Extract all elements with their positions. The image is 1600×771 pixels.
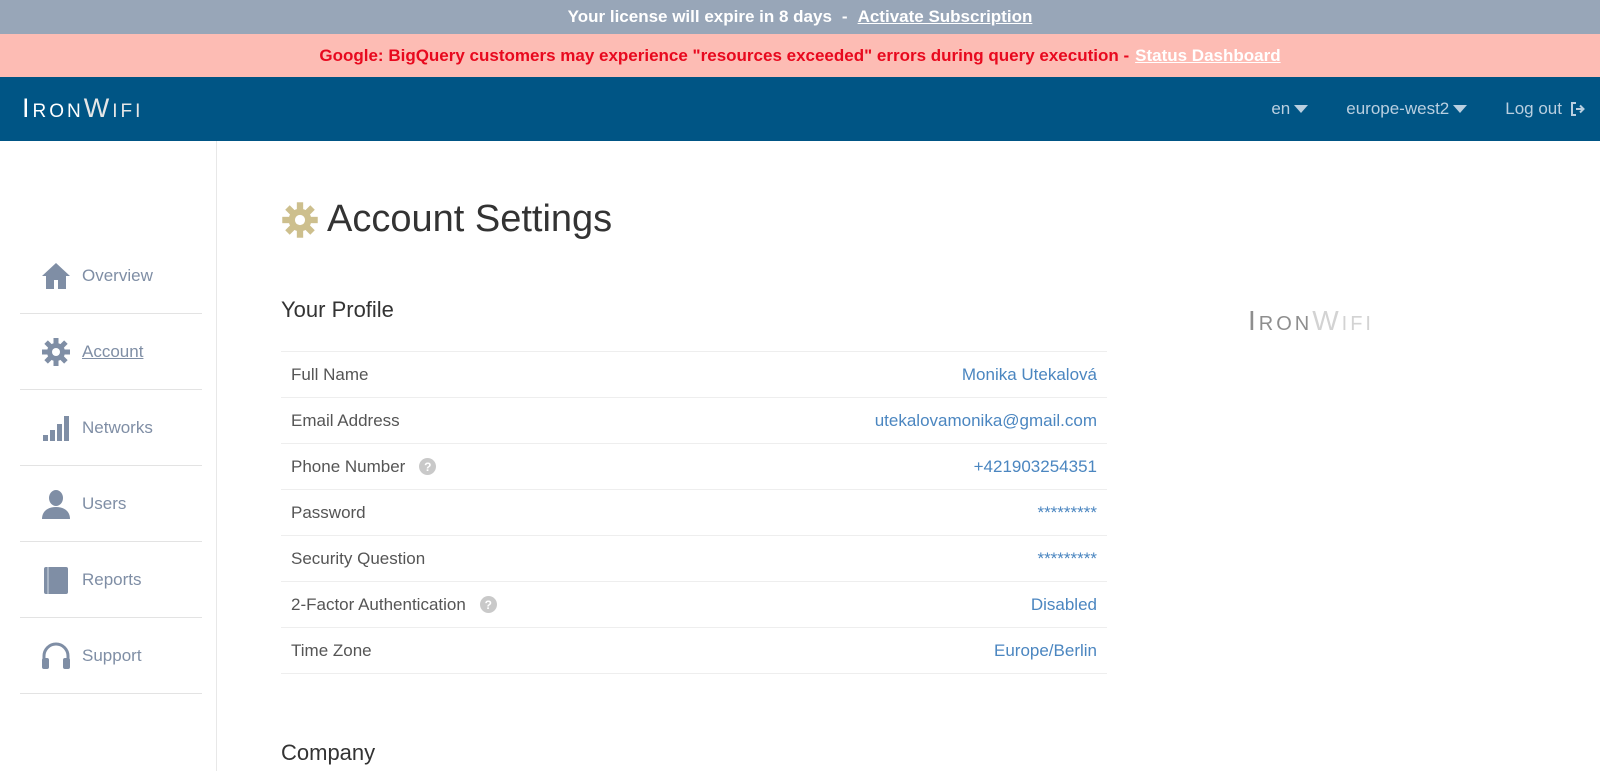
sidebar-item-label: Support xyxy=(82,645,142,665)
sidebar-item-networks[interactable]: Networks xyxy=(20,390,202,466)
timezone-value[interactable]: Europe/Berlin xyxy=(994,641,1097,661)
license-banner: Your license will expire in 8 days - Act… xyxy=(0,0,1600,34)
region-label: europe-west2 xyxy=(1346,99,1450,118)
sign-out-icon xyxy=(1571,102,1585,116)
sidebar-item-overview[interactable]: Overview xyxy=(20,238,202,314)
row-label: Password xyxy=(291,502,366,522)
sidebar: Overview Account Networks Users Reports … xyxy=(0,141,217,771)
ironwifi-logo-large: IronWifi xyxy=(1248,305,1374,336)
user-icon xyxy=(38,486,74,522)
sidebar-item-account[interactable]: Account xyxy=(20,314,202,390)
profile-row-phone: Phone Number ? +421903254351 xyxy=(281,444,1107,490)
page-title: Account Settings xyxy=(327,198,613,240)
profile-row-security-question: Security Question ********* xyxy=(281,536,1107,582)
headset-icon xyxy=(38,638,74,674)
row-label-2fa: 2-Factor Authentication ? xyxy=(291,595,497,615)
row-label: Full Name xyxy=(291,364,369,384)
language-dropdown[interactable]: en xyxy=(1271,99,1309,119)
alert-text: Google: BigQuery customers may experienc… xyxy=(319,45,1130,65)
sidebar-item-label: Account xyxy=(82,341,144,361)
book-icon xyxy=(38,562,74,598)
region-dropdown[interactable]: europe-west2 xyxy=(1346,99,1468,119)
language-label: en xyxy=(1271,99,1291,118)
signal-bars-icon xyxy=(38,410,74,446)
status-dashboard-link[interactable]: Status Dashboard xyxy=(1135,46,1280,66)
security-question-value[interactable]: ********* xyxy=(1037,549,1097,569)
sidebar-item-users[interactable]: Users xyxy=(20,466,202,542)
status-alert-banner: Google: BigQuery customers may experienc… xyxy=(0,34,1600,77)
row-label: Security Question xyxy=(291,548,426,568)
sidebar-item-label: Reports xyxy=(82,569,142,589)
sidebar-item-label: Networks xyxy=(82,417,153,437)
license-separator: - xyxy=(841,7,848,26)
question-circle-icon[interactable]: ? xyxy=(419,458,437,475)
gear-icon xyxy=(38,334,74,370)
caret-down-icon xyxy=(1294,105,1309,113)
row-label: Time Zone xyxy=(291,640,372,660)
ironwifi-logo[interactable]: IronWifi xyxy=(22,93,143,124)
license-text: Your license will expire in 8 days xyxy=(567,7,832,26)
two-factor-value[interactable]: Disabled xyxy=(1031,595,1097,615)
full-name-value[interactable]: Monika Utekalová xyxy=(962,365,1097,385)
row-label-phone: Phone Number ? xyxy=(291,457,437,477)
profile-section-title: Your Profile xyxy=(281,297,394,322)
gear-icon xyxy=(282,201,318,238)
profile-row-timezone: Time Zone Europe/Berlin xyxy=(281,628,1107,674)
profile-row-password: Password ********* xyxy=(281,490,1107,536)
page-header: Account Settings xyxy=(281,198,612,241)
email-value[interactable]: utekalovamonika@gmail.com xyxy=(875,411,1097,431)
row-label: Email Address xyxy=(291,410,400,430)
profile-row-email: Email Address utekalovamonika@gmail.com xyxy=(281,398,1107,444)
phone-value[interactable]: +421903254351 xyxy=(974,457,1097,477)
home-icon xyxy=(38,258,74,294)
sidebar-item-label: Users xyxy=(82,493,127,513)
profile-row-full-name: Full Name Monika Utekalová xyxy=(281,352,1107,398)
question-circle-icon[interactable]: ? xyxy=(479,596,497,613)
logout-label: Log out xyxy=(1505,99,1562,118)
profile-table: Full Name Monika Utekalová Email Address… xyxy=(281,351,1107,674)
profile-row-2fa: 2-Factor Authentication ? Disabled xyxy=(281,582,1107,628)
caret-down-icon xyxy=(1453,105,1468,113)
sidebar-item-label: Overview xyxy=(82,265,153,285)
logout-button[interactable]: Log out xyxy=(1505,99,1586,119)
top-navbar: IronWifi en europe-west2 Log out xyxy=(0,77,1600,141)
sidebar-item-support[interactable]: Support xyxy=(20,618,202,694)
sidebar-item-reports[interactable]: Reports xyxy=(20,542,202,618)
company-section-title: Company xyxy=(281,740,376,765)
password-value[interactable]: ********* xyxy=(1037,503,1097,523)
activate-subscription-link[interactable]: Activate Subscription xyxy=(858,7,1033,27)
